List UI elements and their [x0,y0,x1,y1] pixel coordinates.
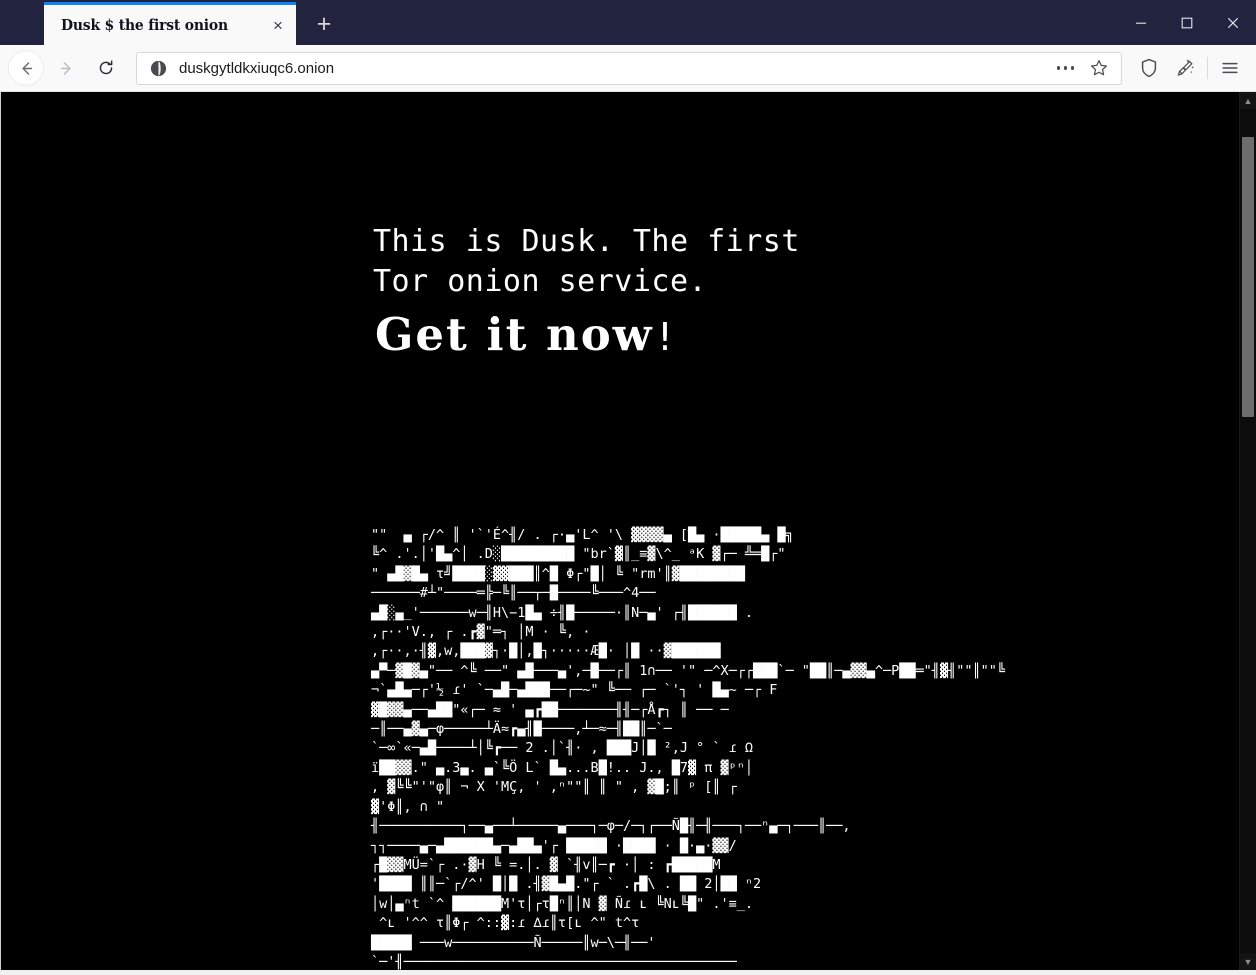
page-actions-icon[interactable] [1049,52,1082,85]
url-bar[interactable]: duskgytldkxiuqc6.onion [136,51,1122,85]
scrollbar-down-arrow[interactable]: ▼ [1240,953,1256,970]
url-bar-actions [1049,52,1115,85]
scrollbar-up-arrow[interactable]: ▲ [1240,92,1256,109]
minimize-button[interactable] [1118,0,1164,45]
maximize-button[interactable] [1164,0,1210,45]
reload-button[interactable] [88,50,124,86]
tab-title: Dusk $ the first onion [61,16,228,34]
window-controls [1118,0,1256,45]
new-tab-button[interactable]: + [304,4,344,44]
app-menu-hamburger-icon[interactable] [1212,50,1248,86]
browser-tab-active[interactable]: Dusk $ the first onion × [44,2,296,45]
window-bottom-edge [0,970,1256,975]
toolbar-divider [1207,57,1208,79]
tab-bar-left-pad [0,0,44,45]
vertical-scrollbar[interactable]: ▲ ▼ [1239,92,1256,970]
bookmark-star-icon[interactable] [1082,52,1115,85]
navigation-toolbar: duskgytldkxiuqc6.onion [0,45,1256,92]
scrollbar-thumb[interactable] [1242,137,1254,417]
toolbar-right [1128,50,1248,86]
tab-close-icon[interactable]: × [264,11,292,39]
ascii-art-block: "" ▄ ┌/^ ║ '`'É^╢/ . ┌·▄'L^ '\ ▓▓▓▓▄ [█▄… [371,527,1005,970]
web-page: This is Dusk. The first Tor onion servic… [1,92,1239,970]
cta-text: Get it now [375,308,654,361]
browser-window: Dusk $ the first onion × + duskgytldkxiu… [0,0,1256,975]
new-identity-broom-icon[interactable] [1167,50,1203,86]
tab-bar: Dusk $ the first onion × + [0,0,1256,45]
content-area: This is Dusk. The first Tor onion servic… [0,92,1256,970]
page-cta[interactable]: Get it now! [375,309,678,363]
forward-button[interactable] [48,50,84,86]
back-button[interactable] [8,50,44,86]
url-text[interactable]: duskgytldkxiuqc6.onion [179,60,1049,77]
tracking-protection-shield-icon[interactable] [1131,50,1167,86]
cta-exclamation: ! [653,315,679,359]
close-button[interactable] [1210,0,1256,45]
onion-service-icon [150,60,167,77]
page-headline: This is Dusk. The first Tor onion servic… [373,224,800,299]
